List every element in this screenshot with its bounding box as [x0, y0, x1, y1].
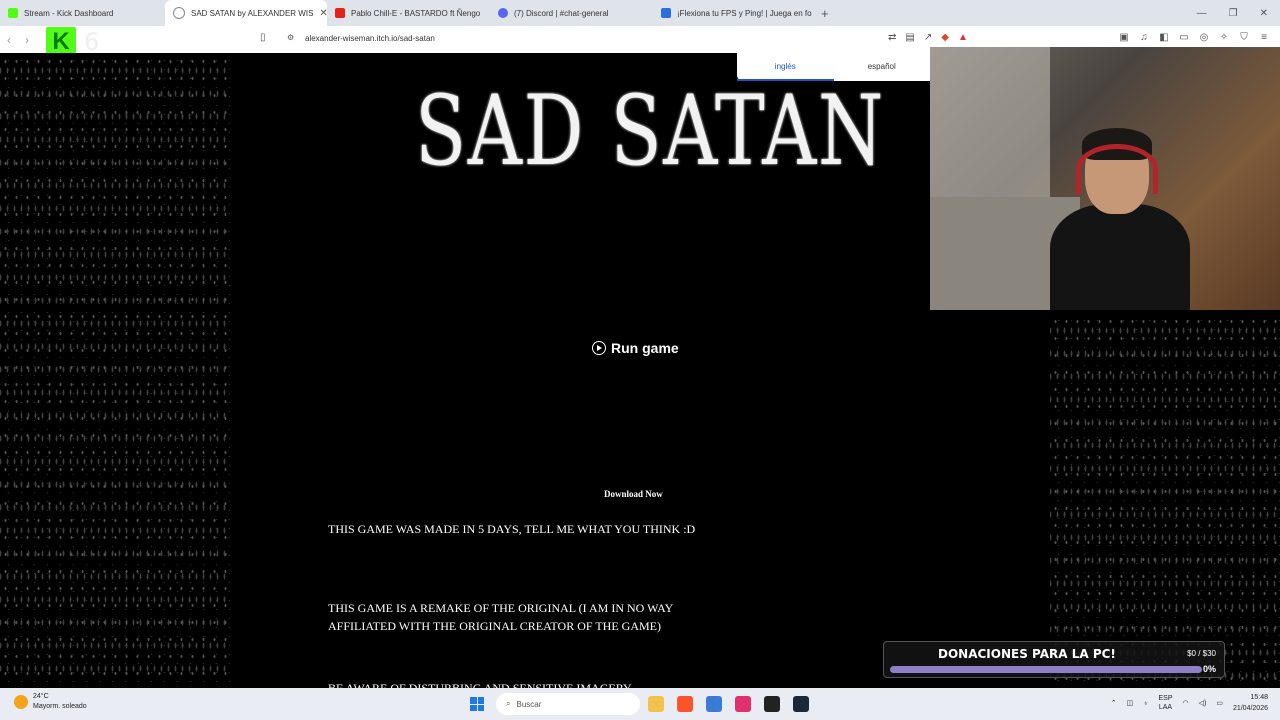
browser-extensions: ▣ ♫ ◧ ▭ ◎ ✧ ⛉ ≡	[1118, 32, 1270, 43]
run-game-button[interactable]: Run game	[592, 340, 679, 356]
date: 21/04/2026	[1232, 705, 1268, 712]
itch-favicon-icon	[173, 7, 185, 19]
donation-title: DONACIONES PARA LA PC!	[938, 647, 1116, 661]
site-info-icon[interactable]: ⚙	[287, 33, 294, 42]
search-icon: ⌕	[506, 699, 511, 708]
tab-label: Stream - Kick Dashboard	[24, 8, 114, 18]
tab-sad-satan[interactable]: SAD SATAN by ALEXANDER WIS ✕	[165, 0, 327, 26]
wallet-icon[interactable]: ▭	[1178, 32, 1190, 43]
brave-browser-icon[interactable]	[677, 696, 693, 712]
temperature: 24°C	[33, 693, 49, 700]
battery-icon[interactable]: ▭	[1216, 699, 1223, 707]
window-controls: — ❐ ✕	[1197, 8, 1280, 19]
back-icon[interactable]: ‹	[0, 33, 18, 47]
weather-condition: Mayorm. soleado	[33, 703, 87, 710]
youtube-favicon-icon	[335, 8, 345, 18]
clock[interactable]: 15:48 21/04/2026	[1233, 692, 1268, 714]
steam-icon[interactable]	[793, 696, 809, 712]
tab-kick-dashboard[interactable]: Stream - Kick Dashboard	[0, 0, 165, 26]
tray-app-icon[interactable]: ◫	[1127, 699, 1134, 707]
play-icon	[592, 341, 606, 355]
maximize-icon[interactable]: ❐	[1229, 8, 1238, 19]
translate-icon[interactable]: ⇄	[888, 32, 896, 43]
reader-icon[interactable]: ▤	[905, 32, 914, 43]
tab-label: Pablo Chill-E - BASTARDO ft Ñengo	[351, 8, 481, 18]
menu-icon[interactable]: ≡	[1258, 32, 1270, 43]
tab-label: SAD SATAN by ALEXANDER WIS	[191, 8, 314, 18]
run-game-label: Run game	[611, 340, 679, 356]
static-noise-left	[0, 53, 230, 688]
wifi-icon[interactable]: ◠	[1183, 699, 1189, 707]
volume-icon[interactable]: ◁)	[1199, 699, 1207, 707]
close-tab-icon[interactable]: ✕	[319, 8, 327, 19]
keyboard-layout: LAA	[1158, 704, 1173, 711]
share-icon[interactable]: ↗	[924, 32, 932, 43]
streamer-shirt	[1050, 204, 1190, 310]
vpn-icon[interactable]: ◎	[1198, 32, 1210, 43]
description-paragraph: THIS GAME IS A REMAKE OF THE ORIGINAL (I…	[328, 601, 673, 633]
tray-overflow-icon[interactable]: ⌃	[1111, 699, 1117, 707]
settings-app-icon[interactable]	[706, 696, 722, 712]
music-icon[interactable]: ♫	[1138, 32, 1150, 43]
headphones-icon	[1076, 144, 1158, 194]
download-now-link[interactable]: Download Now	[604, 489, 663, 499]
file-explorer-icon[interactable]	[648, 696, 664, 712]
discord-favicon-icon	[498, 8, 508, 18]
address-bar-actions: ⇄ ▤ ↗ ◆ ▲	[888, 32, 968, 43]
language-code: ESP	[1158, 695, 1173, 702]
taskbar-apps	[648, 696, 809, 712]
shield-icon[interactable]: ⛉	[1238, 32, 1250, 43]
input-language[interactable]: ESP LAA	[1158, 694, 1172, 712]
instagram-icon[interactable]	[735, 696, 751, 712]
webcam-overlay	[930, 47, 1280, 310]
streamer-figure	[1050, 128, 1190, 310]
static-noise-right	[1050, 313, 1280, 688]
new-tab-button[interactable]: +	[813, 6, 837, 21]
search-placeholder: Buscar	[516, 699, 542, 709]
close-window-icon[interactable]: ✕	[1260, 8, 1268, 19]
brave-shield-icon[interactable]: ◆	[941, 32, 949, 43]
windows-taskbar: 24°C Mayorm. soleado ⌕ Buscar ⌃ ◫ ♁ ESP …	[0, 688, 1280, 720]
description-paragraph: BE AWARE OF DISTURBING AND SENSITIVE IMA…	[328, 681, 632, 688]
weather-widget[interactable]: 24°C Mayorm. soleado	[14, 692, 87, 712]
system-tray: ⌃ ◫ ♁ ESP LAA ◠ ◁) ▭ 15:48 21/04/2026	[1111, 692, 1268, 714]
obs-icon[interactable]	[764, 696, 780, 712]
bookmark-icon[interactable]: ▯	[260, 32, 266, 43]
tab-label: (7) Discord | #chat-general	[514, 8, 609, 18]
rewards-icon[interactable]: ▲	[958, 32, 968, 43]
extensions-icon[interactable]: ✧	[1218, 32, 1230, 43]
description-paragraph: THIS GAME WAS MADE IN 5 DAYS, TELL ME WH…	[328, 522, 696, 536]
tab-discord[interactable]: (7) Discord | #chat-general	[490, 0, 653, 26]
kick-favicon-icon	[8, 8, 18, 18]
microphone-icon[interactable]: ♁	[1143, 700, 1148, 707]
donation-progress-bar	[890, 666, 1202, 673]
game-title: SAD SATAN	[415, 75, 885, 187]
panel-icon[interactable]: ◧	[1158, 32, 1170, 43]
browser-tab-strip: Stream - Kick Dashboard SAD SATAN by ALE…	[0, 0, 1280, 26]
address-bar[interactable]: alexander-wiseman.itch.io/sad-satan	[305, 34, 435, 43]
taskbar-search[interactable]: ⌕ Buscar	[496, 693, 640, 715]
donation-percent: 0%	[1202, 664, 1216, 674]
donation-amount: $0 / $30	[1187, 649, 1216, 658]
windows-start-icon[interactable]	[470, 697, 484, 711]
forward-icon[interactable]: ›	[18, 33, 36, 47]
minimize-icon[interactable]: —	[1197, 8, 1207, 19]
time: 15:48	[1250, 694, 1268, 701]
fps-favicon-icon	[661, 8, 671, 18]
sidebar-icon[interactable]: ▣	[1118, 32, 1130, 43]
tab-youtube[interactable]: Pablo Chill-E - BASTARDO ft Ñengo	[327, 0, 490, 26]
viewer-count: 6	[84, 28, 100, 56]
tab-label: ¡Flexiona tu FPS y Ping! | Juega en fo	[677, 8, 812, 18]
donation-goal-widget: DONACIONES PARA LA PC! $0 / $30 0%	[883, 641, 1225, 678]
sun-icon	[14, 695, 28, 709]
tab-fps[interactable]: ¡Flexiona tu FPS y Ping! | Juega en fo	[653, 0, 813, 26]
